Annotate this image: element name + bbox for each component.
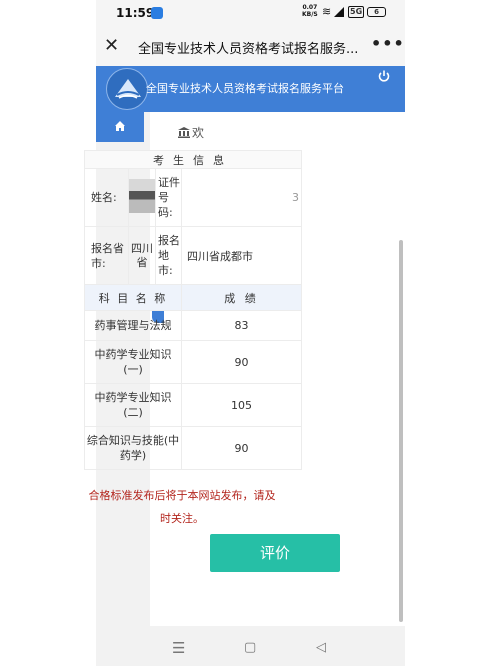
site-name: 全国专业技术人员资格考试报名服务平台 bbox=[146, 82, 344, 95]
results-notice: 合格标准发布后将于本网站发布，请及时关注。 bbox=[88, 489, 276, 525]
close-icon[interactable]: ✕ bbox=[104, 35, 119, 56]
page-title: 全国专业技术人员资格考试报名服务... bbox=[138, 42, 359, 57]
battery-icon: 6 bbox=[367, 7, 386, 17]
subject-score: 83 bbox=[181, 310, 302, 341]
table-row: 药事管理与法规 83 bbox=[84, 310, 302, 341]
site-logo bbox=[106, 68, 148, 110]
subject-name: 中药学专业知识(一) bbox=[84, 340, 182, 384]
scores-header-row: 科 目 名 称 成 绩 bbox=[84, 284, 302, 311]
system-nav-bar: ☰ ▢ ◁ bbox=[96, 632, 405, 666]
id-label: 证件号码: bbox=[155, 168, 182, 227]
more-menu-icon[interactable]: ••• bbox=[371, 34, 405, 53]
status-bar: 11:59 0.07 KB/S ≋ 5G 6 bbox=[96, 0, 405, 26]
wifi-icon: ≋ bbox=[322, 5, 332, 18]
candidate-info-caption: 考生信息 bbox=[84, 150, 302, 169]
city-value: 四川省成都市 bbox=[181, 226, 302, 285]
subject-score: 90 bbox=[181, 340, 302, 384]
province-value: 四川省 bbox=[128, 226, 156, 285]
subject-name: 药事管理与法规 bbox=[84, 310, 182, 341]
evaluate-button[interactable]: 评价 bbox=[210, 534, 340, 572]
table-row: 综合知识与技能(中药学) 90 bbox=[84, 426, 302, 470]
net-speed: 0.07 KB/S bbox=[302, 4, 318, 18]
network-type: 5G bbox=[348, 6, 365, 18]
subject-name: 综合知识与技能(中药学) bbox=[84, 426, 182, 470]
name-value-redacted bbox=[128, 168, 156, 227]
scrollbar[interactable] bbox=[399, 240, 403, 622]
subject-header: 科 目 名 称 bbox=[84, 284, 182, 311]
name-label: 姓名: bbox=[84, 168, 129, 227]
signal-icon bbox=[334, 7, 344, 17]
app-notification-icon bbox=[151, 7, 163, 19]
province-label: 报名省市: bbox=[84, 226, 129, 285]
browser-title-bar: ✕ 全国专业技术人员资格考试报名服务... ••• bbox=[96, 26, 405, 66]
table-row: 中药学专业知识(一) 90 bbox=[84, 340, 302, 384]
back-icon[interactable]: ◁ bbox=[316, 640, 326, 655]
menu-icon[interactable]: ☰ bbox=[172, 639, 185, 657]
city-label: 报名地市: bbox=[155, 226, 182, 285]
id-value: 3 bbox=[181, 168, 302, 227]
site-header: 全国专业技术人员资格考试报名服务平台 bbox=[96, 66, 405, 112]
welcome-text: 欢 bbox=[178, 124, 204, 141]
score-header: 成 绩 bbox=[181, 284, 302, 311]
logout-power-icon[interactable] bbox=[378, 70, 390, 85]
home-nav-icon[interactable]: ▢ bbox=[244, 640, 256, 655]
table-row: 中药学专业知识(二) 105 bbox=[84, 383, 302, 427]
side-nav-home[interactable] bbox=[96, 112, 144, 142]
subject-score: 90 bbox=[181, 426, 302, 470]
status-time: 11:59 bbox=[116, 6, 155, 20]
subject-name: 中药学专业知识(二) bbox=[84, 383, 182, 427]
candidate-info-table: 考生信息 姓名: 证件号码: 3 报名省市: 四川省 报名地市: 四川省成都市 … bbox=[84, 150, 302, 470]
home-icon bbox=[115, 121, 125, 131]
bank-icon bbox=[178, 127, 190, 138]
subject-score: 105 bbox=[181, 383, 302, 427]
